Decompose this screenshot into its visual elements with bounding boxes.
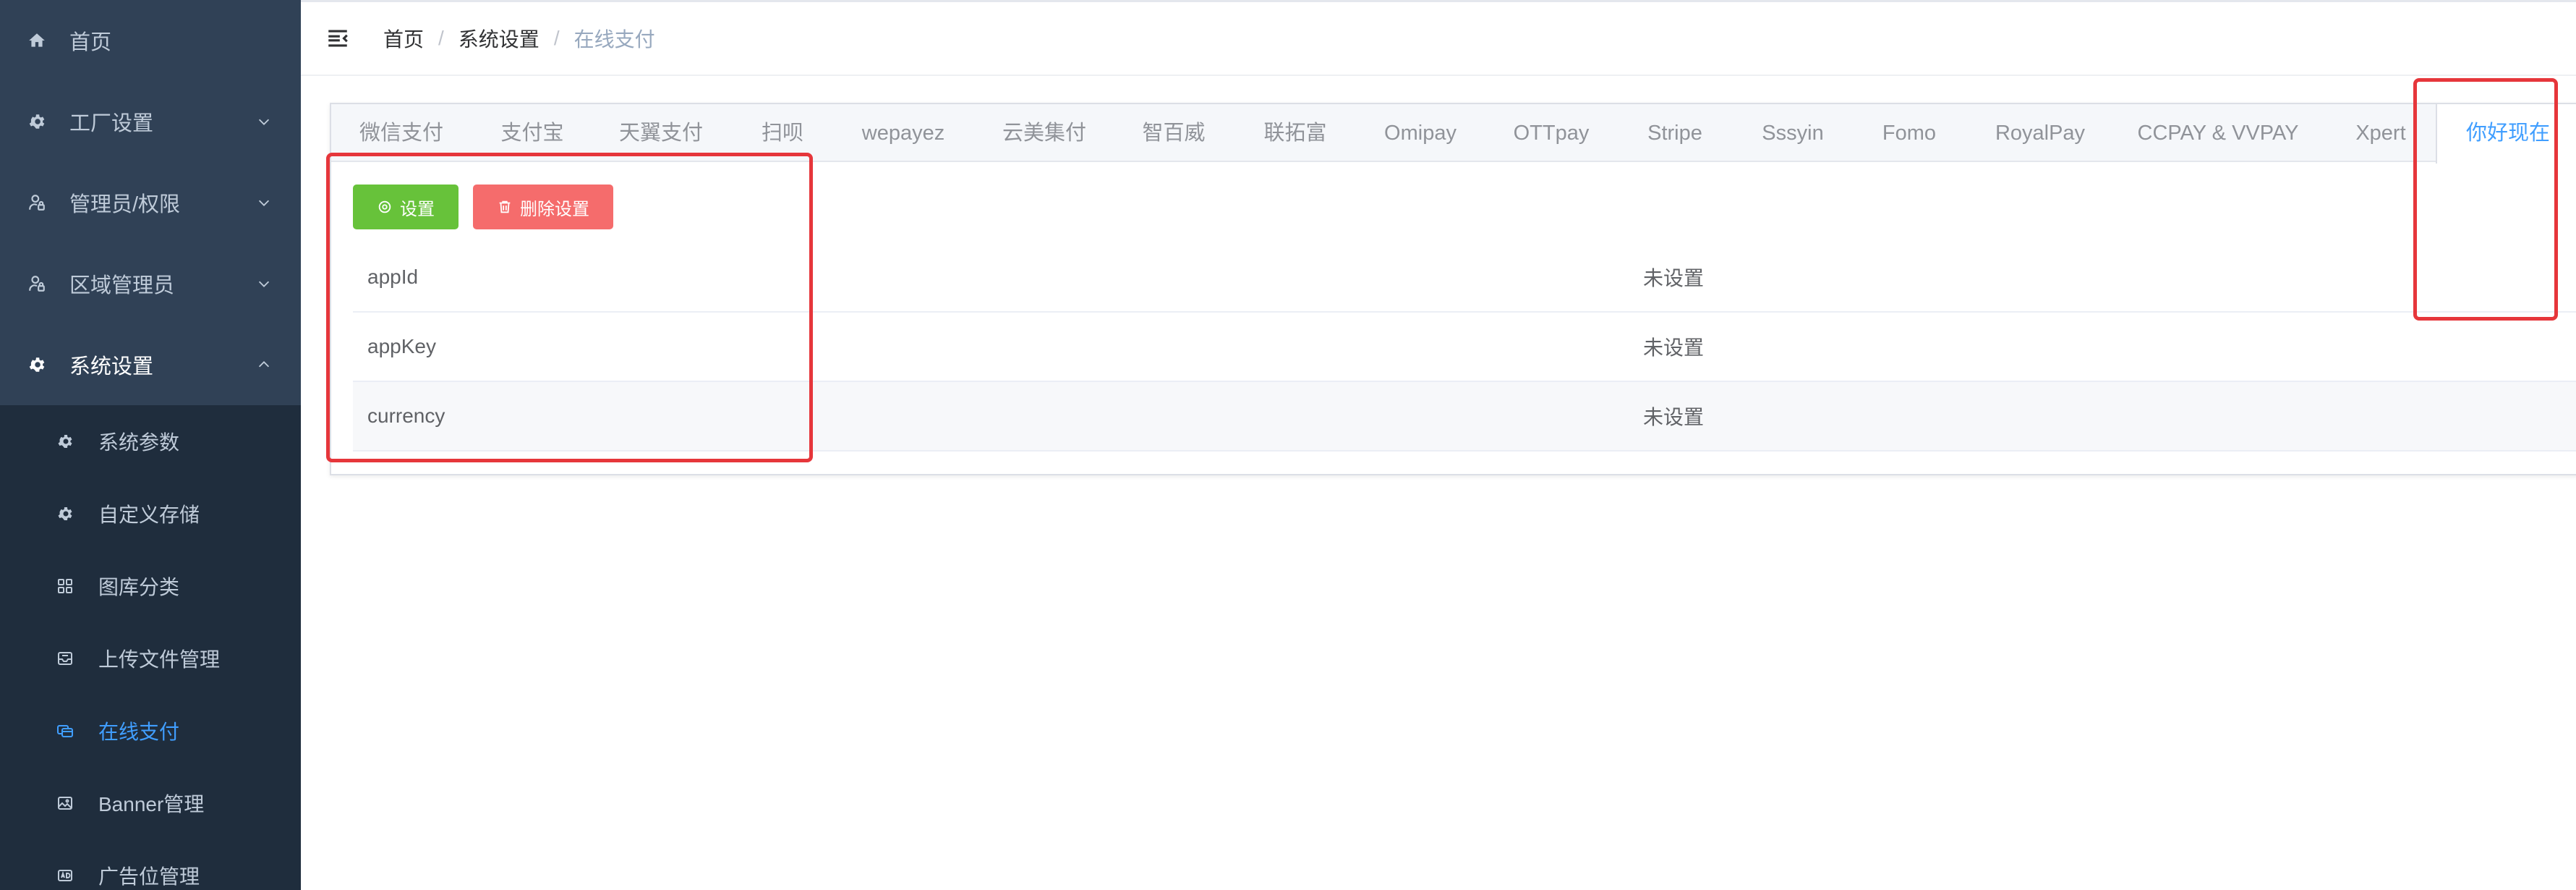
tab-tianyi-pay[interactable]: 天翼支付 (619, 104, 703, 162)
delete-settings-button[interactable]: 删除设置 (473, 185, 613, 229)
sidebar-subitem-label: 自定义存储 (98, 504, 200, 526)
sidebar: 首页 工厂设置 管理员/权限 区域管理员 系统设置 系统参数 自定义存储 图库分… (0, 0, 301, 890)
tab-fomo[interactable]: Fomo (1882, 104, 1936, 162)
sidebar-subitem-label: 图库分类 (98, 576, 180, 598)
inbox-icon (55, 648, 75, 669)
chevron-down-icon (258, 200, 270, 206)
sidebar-item-label: 管理员/权限 (69, 193, 181, 216)
sidebar-subitem-ad-slots[interactable]: 广告位管理 (0, 839, 301, 890)
sidebar-item-label: 系统设置 (69, 355, 154, 378)
tab-zhibaiwei[interactable]: 智百威 (1142, 104, 1205, 162)
sidebar-subitem-label: Banner管理 (98, 793, 205, 815)
sidebar-subitem-custom-storage[interactable]: 自定义存储 (0, 478, 301, 550)
tab-alipay[interactable]: 支付宝 (500, 104, 563, 162)
gear-icon (55, 504, 75, 524)
sidebar-item-region-admin[interactable]: 区域管理员 (0, 243, 301, 324)
chevron-down-icon (258, 281, 270, 287)
chevron-down-icon (258, 119, 270, 125)
tab-saobei[interactable]: 扫呗 (762, 104, 803, 162)
setting-key: appId (367, 266, 419, 288)
setting-key: appKey (367, 335, 436, 357)
set-button-label: 设置 (400, 199, 435, 219)
sidebar-item-label: 区域管理员 (69, 274, 175, 297)
tab-sssyin[interactable]: Sssyin (1762, 104, 1823, 162)
setting-key: currency (367, 404, 445, 427)
sidebar-item-label: 工厂设置 (69, 112, 154, 135)
gear-icon (55, 431, 75, 452)
navbar: 首页 / 系统设置 / 在线支付 (301, 2, 2576, 76)
tab-stripe[interactable]: Stripe (1647, 104, 1702, 162)
table-row: appKey 未设置 (353, 313, 2576, 382)
table-row: appId 未设置 (353, 243, 2576, 313)
gear-icon (26, 354, 48, 376)
set-button[interactable]: 设置 (353, 185, 459, 229)
tab-wechat-pay[interactable]: 微信支付 (359, 104, 443, 162)
breadcrumb-current: 在线支付 (573, 28, 655, 51)
tab-nihao-xianzai[interactable]: 你好现在 (2436, 104, 2576, 164)
user-lock-icon (26, 273, 48, 294)
breadcrumb-separator: / (553, 27, 560, 49)
payment-icon (55, 721, 75, 741)
tab-xpert[interactable]: Xpert (2355, 104, 2405, 162)
chevron-up-icon (258, 361, 270, 368)
tab-ottpay[interactable]: OTTpay (1514, 104, 1590, 162)
breadcrumb-system-settings[interactable]: 系统设置 (459, 24, 539, 53)
sidebar-subitem-label: 系统参数 (98, 431, 180, 454)
gear-icon (26, 111, 48, 132)
image-icon (55, 793, 75, 813)
submenu-system-settings: 系统参数 自定义存储 图库分类 上传文件管理 在线支付 Banner管理 广告位… (0, 405, 301, 890)
sidebar-item-factory-settings[interactable]: 工厂设置 (0, 81, 301, 162)
sidebar-subitem-label: 在线支付 (98, 721, 180, 743)
tab-liantuofu[interactable]: 联拓富 (1263, 104, 1326, 162)
menu-fold-icon[interactable] (325, 26, 350, 51)
user-lock-icon (26, 192, 48, 213)
sidebar-item-label: 首页 (69, 31, 112, 54)
sidebar-subitem-system-params[interactable]: 系统参数 (0, 405, 301, 478)
sidebar-subitem-banner[interactable]: Banner管理 (0, 767, 301, 839)
breadcrumb-home[interactable]: 首页 (383, 24, 424, 53)
tab-ccpay-vvpay[interactable]: CCPAY & VVPAY (2138, 104, 2299, 162)
home-icon (26, 30, 48, 51)
setting-value: 未设置 (1643, 336, 1705, 359)
tabs-header: 微信支付 支付宝 天翼支付 扫呗 wepayez 云美集付 智百威 联拓富 Om… (331, 104, 2576, 164)
tab-wepayez[interactable]: wepayez (862, 104, 944, 162)
app-root: 首页 工厂设置 管理员/权限 区域管理员 系统设置 系统参数 自定义存储 图库分… (0, 0, 2576, 890)
delete-button-label: 删除设置 (520, 199, 589, 219)
setting-value: 未设置 (1643, 267, 1705, 289)
trash-icon (499, 200, 511, 213)
sidebar-item-home[interactable]: 首页 (0, 0, 301, 81)
sidebar-subitem-label: 广告位管理 (98, 865, 200, 888)
setting-value: 未设置 (1643, 406, 1705, 428)
sidebar-subitem-upload-files[interactable]: 上传文件管理 (0, 622, 301, 695)
settings-table: appId 未设置 appKey 未设置 currency 未设置 (353, 243, 2576, 452)
grid-icon (55, 576, 75, 596)
breadcrumb: 首页 / 系统设置 / 在线支付 (383, 24, 655, 53)
tab-yunmei[interactable]: 云美集付 (1002, 104, 1086, 162)
tab-royalpay[interactable]: RoyalPay (1995, 104, 2085, 162)
sidebar-item-system-settings[interactable]: 系统设置 (0, 324, 301, 405)
sidebar-item-admin-permissions[interactable]: 管理员/权限 (0, 162, 301, 243)
table-row: currency 未设置 (353, 382, 2576, 452)
tab-omipay[interactable]: Omipay (1384, 104, 1457, 162)
breadcrumb-separator: / (438, 27, 444, 49)
sidebar-subitem-gallery-category[interactable]: 图库分类 (0, 550, 301, 622)
sidebar-subitem-label: 上传文件管理 (98, 648, 221, 671)
settings-icon (378, 200, 391, 213)
ad-icon (55, 865, 75, 886)
sidebar-subitem-online-payment[interactable]: 在线支付 (0, 695, 301, 767)
